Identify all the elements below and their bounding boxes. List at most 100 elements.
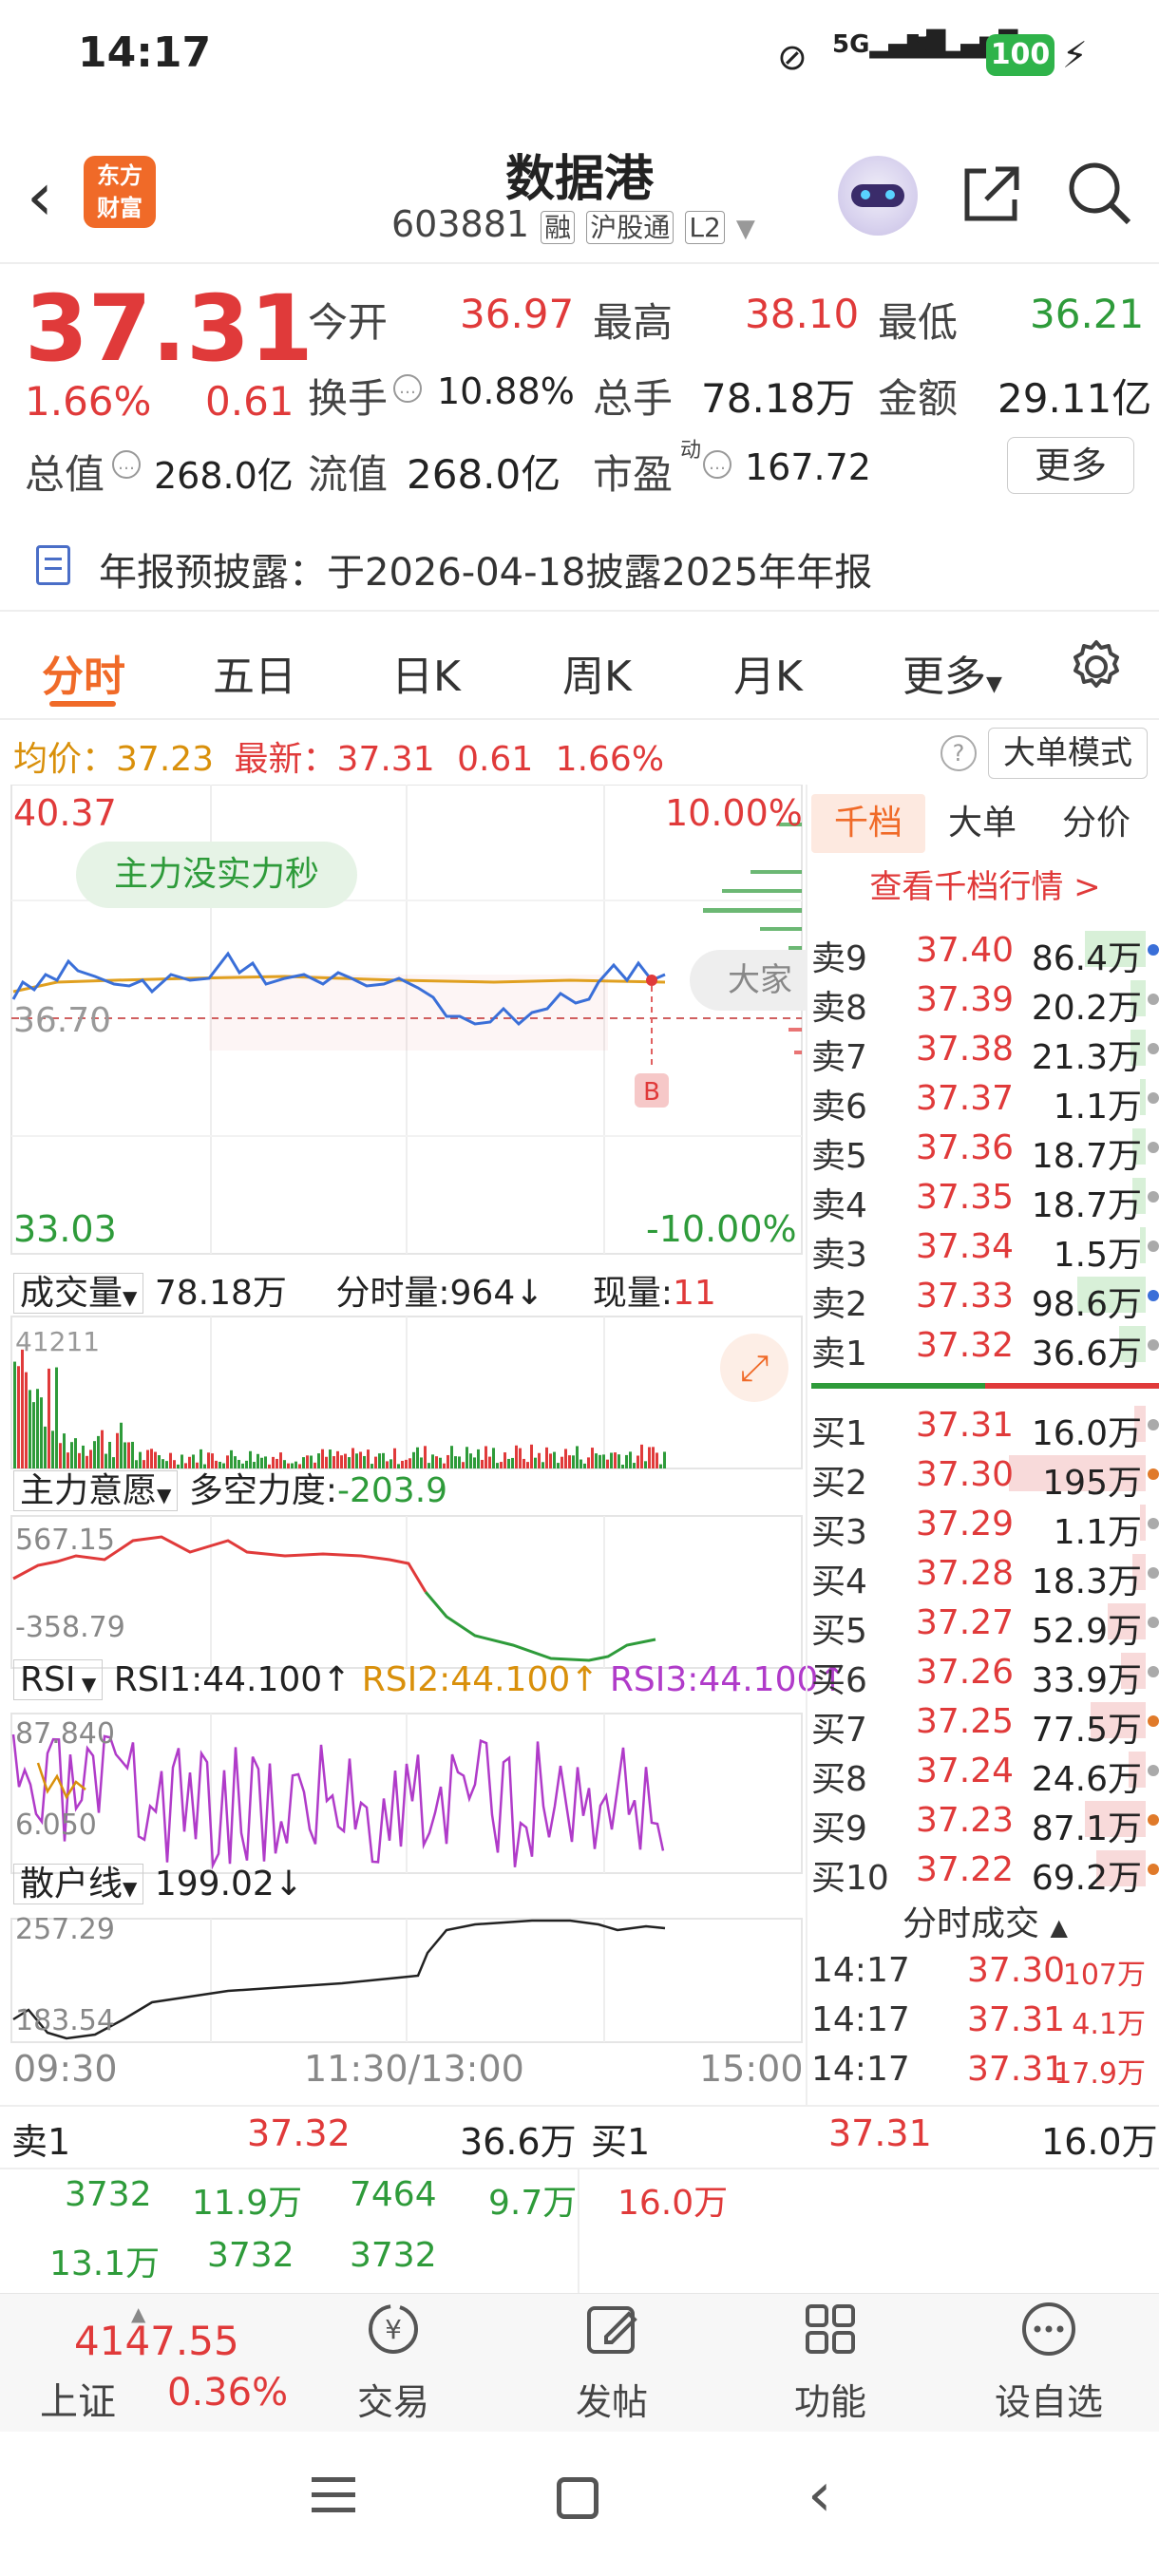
tag-l2: L2: [685, 211, 725, 244]
volume-bar: [625, 1454, 628, 1468]
bid-row[interactable]: 买6 37.26 33.9万: [811, 1647, 1159, 1700]
home-icon[interactable]: [557, 2477, 598, 2519]
level-price: 37.37: [916, 1079, 1015, 1118]
expand-icon[interactable]: ⤢: [720, 1334, 788, 1402]
ask-row[interactable]: 卖9 37.40 86.4万: [811, 925, 1159, 978]
tag-hk-connect: 沪股通: [586, 211, 674, 244]
level-label: 买7: [811, 1711, 867, 1750]
tab-five-day[interactable]: 五日: [213, 642, 296, 703]
volume-bar: [648, 1447, 651, 1468]
tab-week-k[interactable]: 周K: [562, 642, 632, 703]
ask-row[interactable]: 卖5 37.36 18.7万: [811, 1123, 1159, 1176]
level-label: 买10: [811, 1859, 889, 1898]
sell-queue-5: 13.1万: [49, 2245, 161, 2283]
volume-bar: [504, 1452, 506, 1468]
level-price: 37.31: [916, 1406, 1015, 1445]
bid-row[interactable]: 买8 37.24 24.6万: [811, 1746, 1159, 1799]
ob-link[interactable]: 查看千档行情 >: [811, 861, 1159, 907]
info-icon[interactable]: …: [112, 450, 141, 479]
volume-bar: [618, 1454, 620, 1468]
ask-row[interactable]: 卖1 37.32 36.6万: [811, 1320, 1159, 1373]
settings-gear-icon[interactable]: [1066, 636, 1127, 701]
bid-row[interactable]: 买5 37.27 52.9万: [811, 1598, 1159, 1651]
info-icon[interactable]: …: [393, 374, 422, 403]
main-force-selector[interactable]: 主力意愿▼: [13, 1470, 179, 1511]
side-tag[interactable]: 大家: [690, 950, 808, 1011]
nav-trade[interactable]: ¥ 交易: [327, 2299, 460, 2425]
volume-bar: [572, 1455, 575, 1468]
volume-bar: [534, 1457, 537, 1468]
volume-bar: [656, 1452, 658, 1468]
volume-bar: [481, 1459, 484, 1468]
more-button[interactable]: 更多: [1007, 437, 1134, 494]
level-volume: 87.1万: [1031, 1809, 1142, 1848]
bid-row[interactable]: 买2 37.30 195万: [811, 1449, 1159, 1503]
search-icon[interactable]: [1064, 158, 1132, 230]
ask-row[interactable]: 卖2 37.33 98.6万: [811, 1271, 1159, 1324]
back-icon[interactable]: ‹: [808, 2460, 832, 2530]
nav-features[interactable]: 功能: [764, 2299, 897, 2425]
notice-bar[interactable]: 年报预披露：于2026-04-18披露2025年年报: [0, 519, 1159, 610]
main-force-max: 567.15: [15, 1524, 115, 1557]
help-icon[interactable]: ?: [940, 735, 977, 771]
bid-row[interactable]: 买9 37.23 87.1万: [811, 1795, 1159, 1848]
mcap-label: 总值: [25, 451, 105, 498]
rsi-selector[interactable]: RSI ▼: [13, 1659, 104, 1700]
tab-more[interactable]: 更多▼: [902, 642, 1002, 703]
time-axis-mid: 11:30/13:00: [304, 2048, 524, 2090]
intraday-chart[interactable]: B: [0, 785, 808, 2109]
volume-selector[interactable]: 成交量▼: [13, 1273, 144, 1314]
robot-avatar-icon[interactable]: [838, 156, 918, 236]
divider-vertical: [578, 2169, 580, 2293]
level-dot: [1148, 1666, 1159, 1677]
big-order-mode-button[interactable]: 大单模式: [988, 728, 1148, 779]
index-widget[interactable]: ▲ 4147.55 上证 0.36%: [19, 2302, 294, 2424]
chevron-down-icon[interactable]: ▼: [736, 215, 755, 243]
volume-bar: [488, 1456, 491, 1468]
level-volume: 36.6万: [1031, 1335, 1142, 1373]
ask-row[interactable]: 卖6 37.37 1.1万: [811, 1073, 1159, 1127]
retail-selector[interactable]: 散户线▼: [13, 1864, 144, 1904]
bid-row[interactable]: 买7 37.25 77.5万: [811, 1696, 1159, 1750]
volume-bar: [473, 1457, 476, 1468]
sell-queue-2: 11.9万: [192, 2184, 303, 2223]
info-icon[interactable]: …: [703, 450, 732, 479]
share-icon[interactable]: [960, 161, 1024, 230]
ask-row[interactable]: 卖7 37.38 21.3万: [811, 1024, 1159, 1077]
ask-row[interactable]: 卖8 37.39 20.2万: [811, 975, 1159, 1028]
ob-tab-big[interactable]: 大单: [948, 794, 1016, 853]
bottom-buy-label: 买1: [591, 2121, 651, 2163]
status-bar: 14:17 ⊘ 5G▂▄▆█ 5G▂▄▆█ 100 ⚡: [0, 0, 1159, 114]
bid-row[interactable]: 买3 37.29 1.1万: [811, 1499, 1159, 1552]
chart-mid-price: 36.70: [13, 1001, 112, 1040]
chart-bottom-price: 33.03: [13, 1208, 117, 1250]
stock-code-row: 603881 融 沪股通 L2 ▼: [391, 203, 755, 245]
ob-tab-1000[interactable]: 千档: [811, 794, 925, 853]
tab-minute[interactable]: 分时: [42, 642, 125, 703]
nav-add-watchlist[interactable]: 设自选: [982, 2299, 1115, 2425]
level-volume: 86.4万: [1031, 939, 1142, 978]
volume-max-label: 41211: [15, 1326, 101, 1357]
tab-day-k[interactable]: 日K: [391, 642, 461, 703]
tab-underline: [49, 701, 116, 707]
chart-top-price: 40.37: [13, 792, 117, 834]
nav-post[interactable]: 发帖: [545, 2299, 678, 2425]
level-price: 37.22: [916, 1850, 1015, 1889]
tab-month-k[interactable]: 月K: [733, 642, 803, 703]
menu-icon[interactable]: [312, 2477, 355, 2512]
ask-row[interactable]: 卖3 37.34 1.5万: [811, 1222, 1159, 1275]
level-label: 买9: [811, 1809, 867, 1848]
bid-row[interactable]: 买1 37.31 16.0万: [811, 1400, 1159, 1453]
chart-top-pct: 10.00%: [665, 792, 803, 834]
ob-tab-price[interactable]: 分价: [1062, 794, 1130, 853]
trades-title[interactable]: 分时成交 ▲: [811, 1896, 1159, 1945]
bid-row[interactable]: 买4 37.28 18.3万: [811, 1548, 1159, 1601]
volume-bar: [500, 1462, 503, 1468]
level-dot: [1148, 1043, 1159, 1054]
bid-row[interactable]: 买10 37.22 69.2万: [811, 1845, 1159, 1898]
retail-header: 散户线▼ 199.02↓: [13, 1856, 303, 1905]
comment-bubble[interactable]: 主力没实力秒: [76, 842, 358, 908]
volume-panel-header: 成交量▼ 78.18万 分时量:964↓ 现量:11: [13, 1265, 716, 1315]
caret-up-icon: ▲: [1050, 1914, 1068, 1941]
ask-row[interactable]: 卖4 37.35 18.7万: [811, 1172, 1159, 1225]
